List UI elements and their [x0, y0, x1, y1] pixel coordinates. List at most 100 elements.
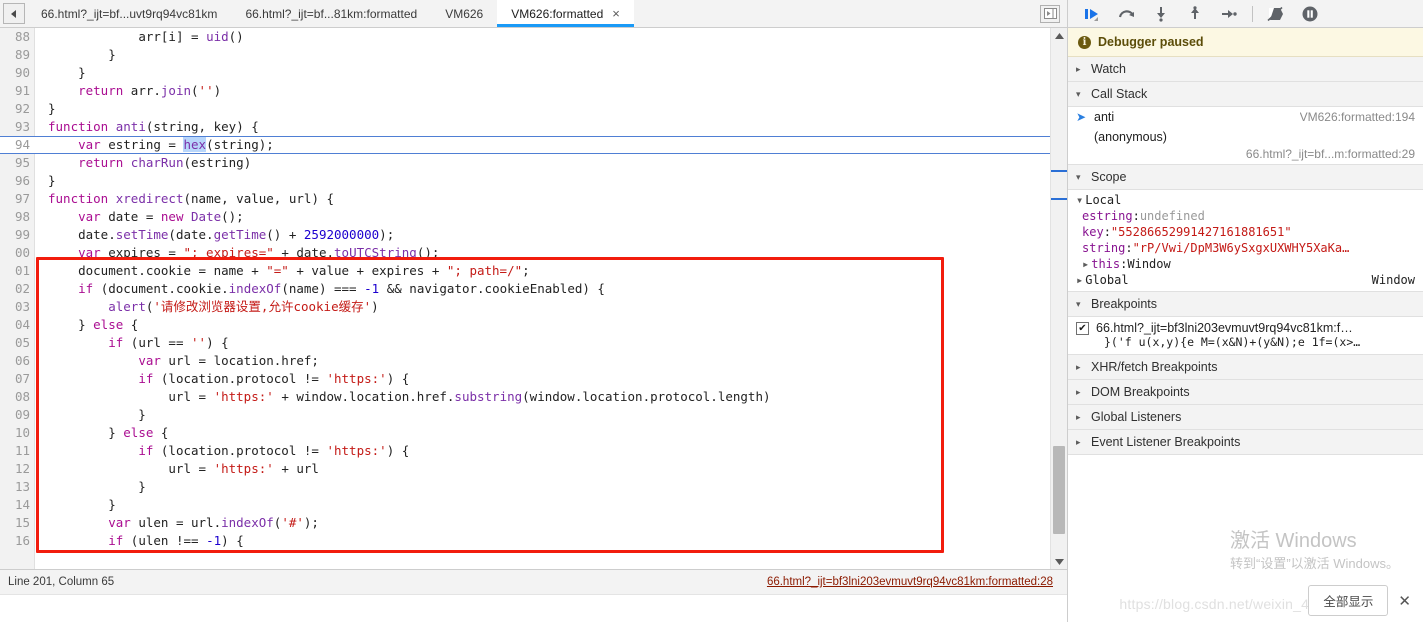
scope-group-header[interactable]: ▾ Local	[1068, 192, 1423, 208]
call-stack-frame[interactable]: (anonymous)	[1068, 127, 1423, 147]
sidebar-section-event-listener-breakpoints[interactable]: ▸ Event Listener Breakpoints	[1068, 430, 1423, 455]
code-line[interactable]: 00 var expires = "; expires=" + date.toU…	[0, 244, 1050, 262]
code-line[interactable]: 91 return arr.join('')	[0, 82, 1050, 100]
line-number[interactable]: 96	[0, 172, 35, 190]
line-number[interactable]: 07	[0, 370, 35, 388]
line-number[interactable]: 05	[0, 334, 35, 352]
scroll-up-arrow[interactable]	[1051, 28, 1067, 43]
scope-variable-row[interactable]: ▸ this: Window	[1068, 256, 1423, 272]
code-line[interactable]: 96}	[0, 172, 1050, 190]
code-line[interactable]: 90 }	[0, 64, 1050, 82]
line-number[interactable]: 08	[0, 388, 35, 406]
code-line[interactable]: 13 }	[0, 478, 1050, 496]
line-number[interactable]: 00	[0, 244, 35, 262]
code-lines-area[interactable]: 88 arr[i] = uid() 89 } 90 } 91 return arr.j…	[0, 28, 1050, 569]
breakpoint-item[interactable]: ✔ 66.html?_ijt=bf3lni203evmuvt9rq94vc81k…	[1068, 317, 1423, 354]
code-line[interactable]: 15 var ulen = url.indexOf('#');	[0, 514, 1050, 532]
line-number[interactable]: 90	[0, 64, 35, 82]
line-number[interactable]: 14	[0, 496, 35, 514]
line-number[interactable]: 06	[0, 352, 35, 370]
show-navigator-icon[interactable]	[1040, 4, 1060, 23]
code-editor[interactable]: 88 arr[i] = uid() 89 } 90 } 91 return arr.j…	[0, 28, 1067, 569]
scroll-down-arrow[interactable]	[1051, 554, 1067, 569]
line-number[interactable]: 89	[0, 46, 35, 64]
line-number[interactable]: 15	[0, 514, 35, 532]
code-line[interactable]: 02 if (document.cookie.indexOf(name) ===…	[0, 280, 1050, 298]
code-line[interactable]: 88 arr[i] = uid()	[0, 28, 1050, 46]
sidebar-section-global-listeners[interactable]: ▸ Global Listeners	[1068, 405, 1423, 430]
resume-icon[interactable]	[1076, 1, 1110, 27]
line-number[interactable]: 95	[0, 154, 35, 172]
line-number[interactable]: 13	[0, 478, 35, 496]
step-into-icon[interactable]	[1144, 1, 1178, 27]
sidebar-section-breakpoints[interactable]: ▾ Breakpoints	[1068, 292, 1423, 317]
call-stack-frame-location-row[interactable]: 66.html?_ijt=bf...m:formatted:29	[1068, 147, 1423, 164]
code-line[interactable]: 11 if (location.protocol != 'https:') {	[0, 442, 1050, 460]
code-line[interactable]: 93 function anti(string, key) {	[0, 118, 1050, 136]
sidebar-section-call-stack[interactable]: ▾ Call Stack	[1068, 82, 1423, 107]
line-number[interactable]: 93	[0, 118, 35, 136]
code-line[interactable]: 08 url = 'https:' + window.location.href…	[0, 388, 1050, 406]
line-number[interactable]: 02	[0, 280, 35, 298]
source-tab[interactable]: 66.html?_ijt=bf...uvt9rq94vc81km	[27, 0, 231, 27]
line-number[interactable]: 99	[0, 226, 35, 244]
step-over-icon[interactable]	[1110, 1, 1144, 27]
code-line[interactable]: 14 }	[0, 496, 1050, 514]
line-number[interactable]: 10	[0, 424, 35, 442]
source-tab[interactable]: VM626:formatted ×	[497, 0, 634, 27]
line-number[interactable]: 91	[0, 82, 35, 100]
line-number[interactable]: 92	[0, 100, 35, 118]
source-origin-link[interactable]: 66.html?_ijt=bf3lni203evmuvt9rq94vc81km:…	[767, 576, 1059, 588]
line-number[interactable]: 09	[0, 406, 35, 424]
line-number[interactable]: 97	[0, 190, 35, 208]
line-number[interactable]: 01	[0, 262, 35, 280]
scrollbar-thumb[interactable]	[1053, 446, 1065, 534]
close-icon[interactable]: ×	[612, 7, 620, 20]
editor-vertical-scrollbar[interactable]	[1050, 28, 1067, 569]
sidebar-section-scope[interactable]: ▾ Scope	[1068, 165, 1423, 190]
code-line[interactable]: 12 url = 'https:' + url	[0, 460, 1050, 478]
scope-variable-row[interactable]: string: "rP/Vwi/DpM3W6ySxgxUXWHY5XaKa…	[1068, 240, 1423, 256]
line-number[interactable]: 98	[0, 208, 35, 226]
deactivate-breakpoints-icon[interactable]	[1259, 1, 1293, 27]
close-icon[interactable]: ✕	[1398, 592, 1415, 610]
code-line[interactable]: 06 var url = location.href;	[0, 352, 1050, 370]
scope-group-header[interactable]: ▸ Global Window	[1068, 272, 1423, 288]
sidebar-section-watch[interactable]: ▸ Watch	[1068, 57, 1423, 82]
scope-variable-row[interactable]: estring: undefined	[1068, 208, 1423, 224]
step-out-icon[interactable]	[1178, 1, 1212, 27]
code-line[interactable]: 94 var estring = hex(string);	[0, 136, 1050, 154]
line-number[interactable]: 94	[0, 136, 35, 154]
code-line[interactable]: 10 } else {	[0, 424, 1050, 442]
code-line[interactable]: 99 date.setTime(date.getTime() + 2592000…	[0, 226, 1050, 244]
sidebar-section-dom-breakpoints[interactable]: ▸ DOM Breakpoints	[1068, 380, 1423, 405]
call-stack-frame[interactable]: ➤ anti VM626:formatted:194	[1068, 107, 1423, 127]
line-number[interactable]: 16	[0, 532, 35, 550]
breakpoint-checkbox[interactable]: ✔	[1076, 321, 1089, 335]
show-all-button[interactable]: 全部显示	[1308, 585, 1389, 616]
code-line[interactable]: 01 document.cookie = name + "=" + value …	[0, 262, 1050, 280]
code-line[interactable]: 04 } else {	[0, 316, 1050, 334]
line-number[interactable]: 88	[0, 28, 35, 46]
pause-on-exceptions-icon[interactable]	[1293, 1, 1327, 27]
chevron-left-icon[interactable]	[3, 3, 25, 24]
step-icon[interactable]	[1212, 1, 1246, 27]
code-line[interactable]: 07 if (location.protocol != 'https:') {	[0, 370, 1050, 388]
line-number[interactable]: 11	[0, 442, 35, 460]
code-line[interactable]: 89 }	[0, 46, 1050, 64]
sidebar-section-xhr-fetch-breakpoints[interactable]: ▸ XHR/fetch Breakpoints	[1068, 355, 1423, 380]
source-tab[interactable]: 66.html?_ijt=bf...81km:formatted	[231, 0, 431, 27]
scope-variable-row[interactable]: key: "55286652991427161881651"	[1068, 224, 1423, 240]
code-line[interactable]: 97 function xredirect(name, value, url) {	[0, 190, 1050, 208]
line-number[interactable]: 03	[0, 298, 35, 316]
code-line[interactable]: 92}	[0, 100, 1050, 118]
line-number[interactable]: 12	[0, 460, 35, 478]
code-line[interactable]: 09 }	[0, 406, 1050, 424]
code-line[interactable]: 05 if (url == '') {	[0, 334, 1050, 352]
code-line[interactable]: 95 return charRun(estring)	[0, 154, 1050, 172]
code-line[interactable]: 16 if (ulen !== -1) {	[0, 532, 1050, 550]
source-tab[interactable]: VM626	[431, 0, 497, 27]
code-line[interactable]: 98 var date = new Date();	[0, 208, 1050, 226]
code-line[interactable]: 03 alert('请修改浏览器设置,允许cookie缓存')	[0, 298, 1050, 316]
line-number[interactable]: 04	[0, 316, 35, 334]
